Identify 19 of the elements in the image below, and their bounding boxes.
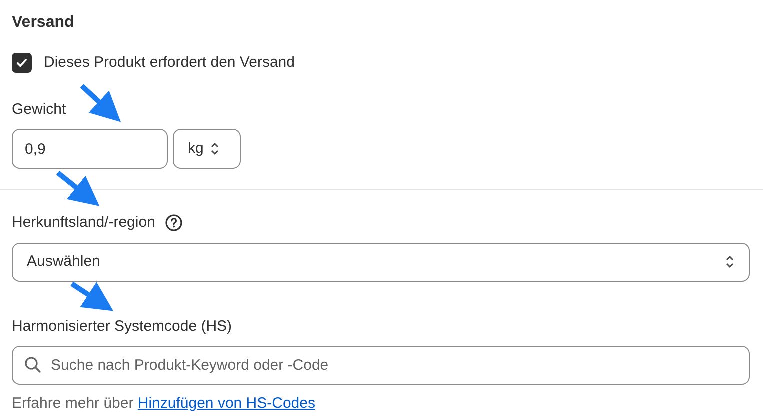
chevron-updown-icon [725, 255, 735, 269]
help-icon[interactable] [165, 214, 184, 232]
weight-input[interactable]: 0,9 [12, 129, 168, 169]
annotation-arrow [80, 84, 121, 122]
field-label: Herkunftsland/-region [12, 213, 156, 233]
search-icon [24, 356, 42, 374]
annotation-arrow [70, 282, 114, 312]
help-link[interactable]: Hinzufügen von HS-Codes [138, 395, 316, 412]
checkbox-label: Dieses Produkt erfordert den Versand [44, 53, 295, 73]
section-title: Versand [12, 13, 74, 33]
annotation-arrow [56, 171, 100, 206]
unit-select[interactable]: kg [173, 129, 241, 169]
field-label: Harmonisierter Systemcode (HS) [12, 316, 232, 336]
origin-select[interactable]: Auswählen [12, 242, 750, 282]
chevron-updown-icon [210, 142, 220, 156]
field-label: Gewicht [12, 100, 66, 120]
checkbox[interactable] [12, 53, 32, 74]
help-text: Erfahre mehr über Hinzufügen von HS-Codes [12, 394, 316, 414]
search-field[interactable]: Suche nach Produkt-Keyword oder -Code [12, 346, 750, 385]
